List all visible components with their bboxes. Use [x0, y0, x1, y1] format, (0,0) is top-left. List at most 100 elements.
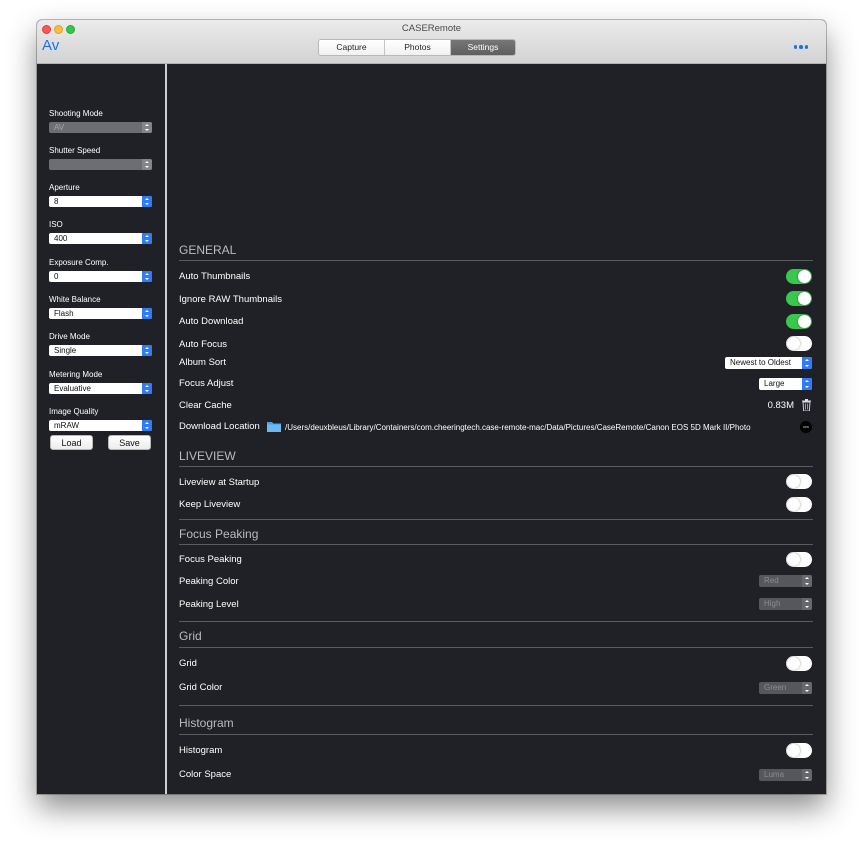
stepper-icon	[142, 420, 152, 431]
ellipsis-icon[interactable]	[793, 45, 808, 49]
peaking-level-select[interactable]: High	[759, 598, 812, 610]
exposure-comp-value: 0	[54, 272, 59, 281]
divider	[179, 734, 813, 735]
stepper-icon	[142, 122, 152, 133]
iso-field: ISO 400	[49, 220, 152, 244]
auto-thumbnails-label: Auto Thumbnails	[179, 271, 251, 282]
metering-mode-field: Metering Mode Evaluative	[49, 370, 152, 394]
shooting-mode-indicator: Av	[42, 37, 60, 54]
metering-mode-select[interactable]: Evaluative	[49, 383, 152, 394]
shooting-mode-select[interactable]: AV	[49, 122, 152, 133]
shutter-speed-field: Shutter Speed	[49, 146, 152, 170]
album-sort-value: Newest to Oldest	[730, 358, 791, 367]
grid-label: Grid	[179, 658, 197, 669]
drive-mode-field: Drive Mode Single	[49, 332, 152, 356]
shooting-mode-value: AV	[54, 123, 65, 132]
stepper-icon	[142, 383, 152, 394]
grid-color-select[interactable]: Green	[759, 682, 812, 694]
focus-adjust-select[interactable]: Large	[759, 378, 812, 390]
drive-mode-value: Single	[54, 346, 77, 355]
histogram-section-title: Histogram	[179, 716, 234, 730]
stepper-icon	[802, 575, 812, 587]
focus-peaking-section-title: Focus Peaking	[179, 527, 259, 541]
image-quality-field: Image Quality mRAW	[49, 407, 152, 431]
color-space-label: Color Space	[179, 769, 232, 780]
auto-focus-toggle[interactable]	[786, 336, 812, 351]
liveview-at-startup-toggle[interactable]	[786, 474, 812, 489]
trash-icon[interactable]	[802, 399, 811, 411]
shooting-mode-label: Shooting Mode	[49, 109, 103, 118]
auto-download-toggle[interactable]	[786, 314, 812, 329]
shutter-speed-label: Shutter Speed	[49, 146, 101, 155]
album-sort-select[interactable]: Newest to Oldest	[725, 357, 812, 369]
stepper-icon	[802, 378, 812, 390]
album-sort-label: Album Sort	[179, 357, 226, 368]
shooting-mode-field: Shooting Mode AV	[49, 109, 152, 133]
focus-adjust-value: Large	[764, 379, 785, 388]
shutter-speed-select[interactable]	[49, 159, 152, 170]
grid-toggle[interactable]	[786, 656, 812, 671]
auto-thumbnails-toggle[interactable]	[786, 269, 812, 284]
white-balance-value: Flash	[54, 309, 74, 318]
iso-select[interactable]: 400	[49, 233, 152, 244]
stepper-icon	[142, 271, 152, 282]
cache-size: 0.83M	[767, 400, 794, 411]
clear-cache-label: Clear Cache	[179, 400, 232, 411]
ignore-raw-thumbnails-label: Ignore RAW Thumbnails	[179, 294, 282, 305]
color-space-value: Luma	[764, 770, 785, 779]
keep-liveview-toggle[interactable]	[786, 497, 812, 512]
view-tabs: Capture Photos Settings	[318, 39, 516, 56]
stepper-icon	[142, 308, 152, 319]
grid-section-title: Grid	[179, 629, 202, 643]
drive-mode-select[interactable]: Single	[49, 345, 152, 356]
tab-settings[interactable]: Settings	[451, 40, 515, 55]
peaking-color-label: Peaking Color	[179, 576, 239, 587]
peaking-level-value: High	[764, 599, 781, 608]
white-balance-select[interactable]: Flash	[49, 308, 152, 319]
grid-color-value: Green	[764, 683, 787, 692]
drive-mode-label: Drive Mode	[49, 332, 90, 341]
auto-download-label: Auto Download	[179, 316, 244, 327]
stepper-icon	[142, 196, 152, 207]
white-balance-field: White Balance Flash	[49, 295, 152, 319]
exposure-comp-field: Exposure Comp. 0	[49, 258, 152, 282]
divider	[179, 544, 813, 545]
folder-icon[interactable]	[267, 421, 281, 432]
peaking-color-select[interactable]: Red	[759, 575, 812, 587]
focus-peaking-label: Focus Peaking	[179, 554, 242, 565]
divider	[179, 705, 813, 706]
exposure-comp-select[interactable]: 0	[49, 271, 152, 282]
peaking-color-value: Red	[764, 576, 779, 585]
tab-photos[interactable]: Photos	[385, 40, 451, 55]
keep-liveview-label: Keep Liveview	[179, 499, 241, 510]
liveview-at-startup-label: Liveview at Startup	[179, 477, 260, 488]
load-button[interactable]: Load	[50, 435, 93, 450]
color-space-select[interactable]: Luma	[759, 769, 812, 781]
image-quality-select[interactable]: mRAW	[49, 420, 152, 431]
stepper-icon	[802, 769, 812, 781]
ignore-raw-thumbnails-toggle[interactable]	[786, 291, 812, 306]
iso-label: ISO	[49, 220, 63, 229]
divider	[179, 647, 813, 648]
image-quality-value: mRAW	[54, 421, 80, 430]
divider	[179, 466, 813, 467]
stepper-icon	[142, 345, 152, 356]
histogram-toggle[interactable]	[786, 743, 812, 758]
liveview-section-title: LIVEVIEW	[179, 449, 236, 463]
download-location-label: Download Location	[179, 421, 260, 432]
stepper-icon	[802, 357, 812, 369]
stepper-icon	[802, 598, 812, 610]
divider	[179, 260, 813, 261]
tab-capture[interactable]: Capture	[319, 40, 385, 55]
divider	[179, 519, 813, 520]
save-button[interactable]: Save	[108, 435, 151, 450]
metering-mode-label: Metering Mode	[49, 370, 103, 379]
stepper-icon	[142, 233, 152, 244]
focus-peaking-toggle[interactable]	[786, 552, 812, 567]
aperture-select[interactable]: 8	[49, 196, 152, 207]
iso-value: 400	[54, 234, 68, 243]
title-bar: CASERemote Av Capture Photos Settings	[37, 20, 826, 64]
stepper-icon	[142, 159, 152, 170]
reveal-in-finder-icon[interactable]	[800, 421, 812, 433]
window-title: CASERemote	[401, 23, 462, 34]
